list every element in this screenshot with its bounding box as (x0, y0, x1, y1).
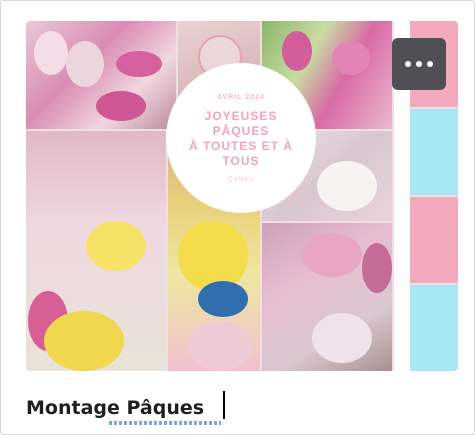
spellcheck-underline (109, 421, 221, 425)
circle-top-text: AVRIL 2024 (217, 93, 265, 101)
design-title[interactable]: Montage Pâques (26, 397, 204, 419)
color-swatch-cyan (410, 285, 458, 371)
design-card[interactable]: AVRIL 2024 JOYEUSES PÂQUES À TOUTES ET À… (0, 0, 475, 435)
more-horizontal-icon (416, 61, 422, 67)
photo-gingham-bow (262, 223, 392, 371)
color-swatch-pink (410, 197, 458, 283)
photo-willow-eggs (26, 131, 166, 371)
text-caret (223, 391, 225, 419)
more-horizontal-icon (427, 61, 433, 67)
photo-tulips-eggs (26, 21, 176, 129)
circle-headline: JOYEUSES PÂQUES À TOUTES ET À TOUS (188, 108, 294, 168)
design-title-field[interactable]: Montage Pâques (26, 393, 204, 423)
color-swatch-cyan (410, 109, 458, 195)
more-options-button[interactable] (392, 38, 446, 90)
title-circle: AVRIL 2024 JOYEUSES PÂQUES À TOUTES ET À… (166, 63, 316, 213)
more-horizontal-icon (405, 61, 411, 67)
circle-bottom-text: CANVA (228, 176, 254, 183)
